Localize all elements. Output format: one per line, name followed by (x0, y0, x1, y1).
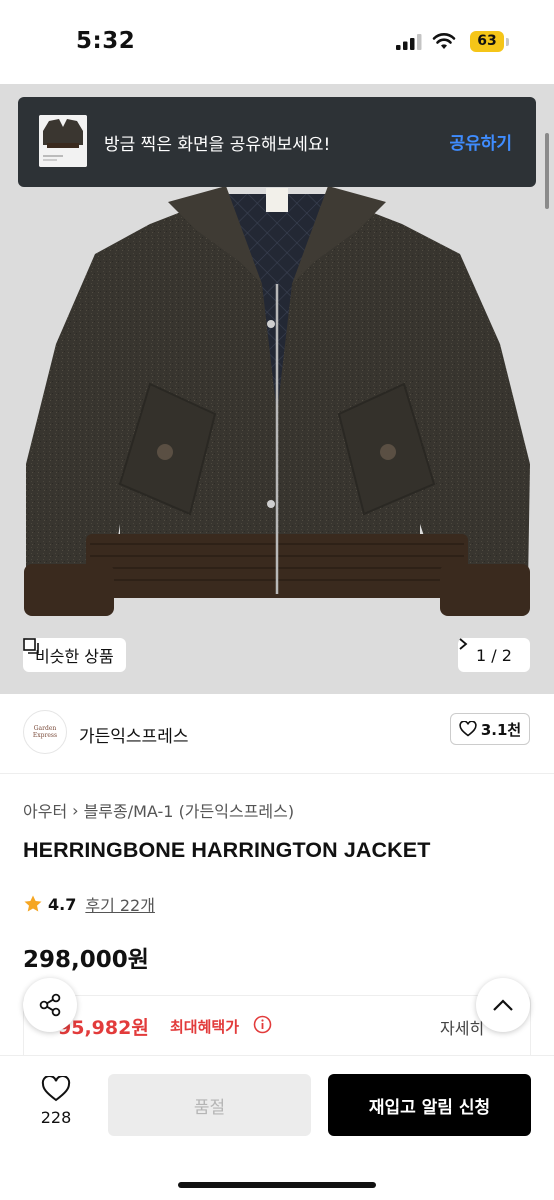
status-bar: 5:32 63 (0, 0, 554, 84)
wishlist-count: 228 (40, 1108, 72, 1127)
thumbnail-jacket-image (39, 115, 87, 167)
max-benefit-box[interactable]: 95,982원 최대혜택가 자세히 (23, 995, 531, 1055)
rating-value: 4.7 (48, 894, 77, 914)
brand-like-button[interactable]: 3.1천 (450, 713, 530, 745)
share-icon (39, 993, 61, 1017)
max-benefit-label: 최대혜택가 (170, 1018, 240, 1036)
review-count-link[interactable]: 후기 22개 (85, 892, 155, 916)
image-page-indicator[interactable]: 1 / 2 (458, 638, 530, 672)
chevron-right-icon (459, 638, 468, 650)
scroll-to-top-button[interactable] (476, 978, 530, 1032)
page-indicator-text: 1 / 2 (476, 645, 512, 665)
product-price: 298,000원 (23, 947, 149, 973)
breadcrumb-item[interactable]: 블루종/MA-1 (가든익스프레스) (84, 798, 295, 822)
heart-icon (41, 1076, 71, 1102)
wishlist-button[interactable]: 228 (22, 1076, 90, 1140)
toast-message: 방금 찍은 화면을 공유해보세요! (104, 135, 331, 155)
toast-share-action[interactable]: 공유하기 (449, 129, 512, 154)
brand-row[interactable]: Garden Express 가든익스프레스 3.1천 (0, 694, 554, 774)
product-title: HERRINGBONE HARRINGTON JACKET (23, 838, 431, 862)
info-icon[interactable] (253, 1015, 272, 1034)
brand-name[interactable]: 가든익스프레스 (79, 722, 188, 747)
battery-nub (506, 38, 509, 46)
wifi-icon (432, 33, 456, 49)
restock-alert-button[interactable]: 재입고 알림 신청 (328, 1074, 531, 1136)
home-indicator (178, 1182, 376, 1188)
share-button[interactable] (23, 978, 77, 1032)
similar-products-button[interactable]: 비슷한 상품 (23, 638, 126, 672)
breadcrumb-item[interactable]: 아우터 (23, 798, 67, 822)
similar-icon (23, 638, 39, 654)
rating-row: 4.7 후기 22개 (23, 892, 155, 916)
brand-like-count: 3.1천 (480, 720, 522, 739)
signal-icon (396, 34, 422, 50)
status-time: 5:32 (76, 28, 136, 54)
share-toast: 방금 찍은 화면을 공유해보세요! 공유하기 (18, 97, 536, 187)
soldout-button[interactable]: 품절 (108, 1074, 311, 1136)
similar-label: 비슷한 상품 (35, 647, 114, 666)
bottom-action-bar: 228 품절 재입고 알림 신청 (0, 1055, 554, 1200)
heart-outline-icon (459, 721, 477, 737)
screenshot-thumbnail[interactable] (39, 115, 87, 167)
chevron-up-icon (493, 999, 513, 1011)
breadcrumb: 아우터 › 블루종/MA-1 (가든익스프레스) (23, 798, 294, 822)
battery-indicator: 63 (470, 31, 504, 52)
star-icon (24, 895, 42, 912)
breadcrumb-separator: › (72, 800, 79, 820)
scroll-indicator (545, 133, 549, 209)
brand-logo[interactable]: Garden Express (23, 710, 67, 754)
benefit-detail-link[interactable]: 자세히 (440, 1015, 484, 1039)
